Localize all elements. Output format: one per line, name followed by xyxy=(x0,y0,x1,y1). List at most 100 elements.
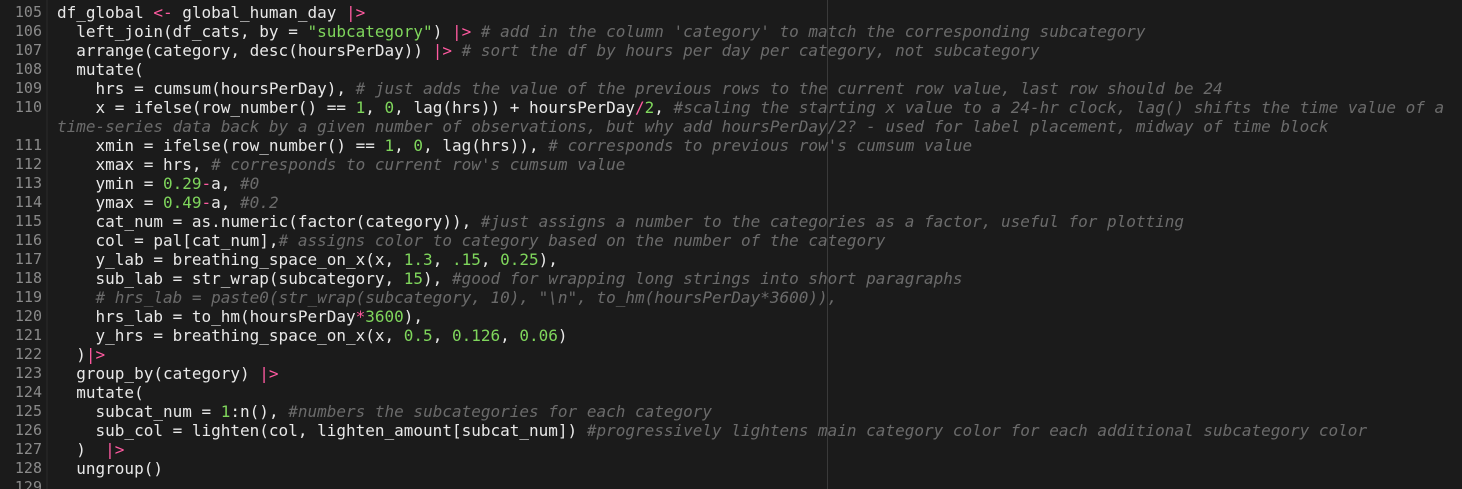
code-line[interactable]: 126 sub_col = lighten(col, lighten_amoun… xyxy=(0,421,1462,440)
code-line[interactable]: 111 xmin = ifelse(row_number() == 1, 0, … xyxy=(0,136,1462,155)
code-token: col = pal[cat_num], xyxy=(57,231,279,250)
code-text[interactable]: ymax = 0.49-a, #0.2 xyxy=(57,193,279,212)
code-token: |> xyxy=(85,345,106,364)
line-number: 106 xyxy=(14,22,42,40)
code-text[interactable]: y_hrs = breathing_space_on_x(x, 0.5, 0.1… xyxy=(57,326,568,345)
line-number: 113 xyxy=(14,174,42,192)
code-token: sub_col = lighten(col, lighten_amount[su… xyxy=(57,421,587,440)
line-number: 120 xyxy=(14,307,42,325)
code-line[interactable]: 109 hrs = cumsum(hoursPerDay), # just ad… xyxy=(0,79,1462,98)
code-token: #scaling the starting x value to a 24-hr… xyxy=(673,98,1445,117)
code-token: |> xyxy=(451,22,472,41)
code-line[interactable]: 107 arrange(category, desc(hoursPerDay))… xyxy=(0,41,1462,60)
code-token: |> xyxy=(432,41,452,60)
code-text[interactable]: group_by(category) |> xyxy=(57,364,278,383)
wrapped-code-text[interactable]: time-series data back by a given number … xyxy=(57,117,1329,136)
code-text[interactable]: subcat_num = 1:n(), #numbers the subcate… xyxy=(57,402,713,421)
code-editor[interactable]: 105 df_global <- global_human_day |> 106 l… xyxy=(0,0,1462,489)
code-text[interactable]: ymin = 0.29-a, #0 xyxy=(57,174,260,193)
code-token: # corresponds to current row's cumsum va… xyxy=(211,155,626,174)
code-token: 0 xyxy=(384,98,395,117)
code-token: , xyxy=(432,250,452,269)
code-text[interactable]: hrs = cumsum(hoursPerDay), # just adds t… xyxy=(57,79,1223,98)
code-line[interactable]: 117 y_lab = breathing_space_on_x(x, 1.3,… xyxy=(0,250,1462,269)
code-line[interactable]: 127 ) |> xyxy=(0,440,1462,459)
code-line[interactable]: 108 mutate( xyxy=(0,60,1462,79)
code-line[interactable]: 122 )|> xyxy=(0,345,1462,364)
code-token: - xyxy=(201,193,212,212)
code-text[interactable]: cat_num = as.numeric(factor(category)), … xyxy=(57,212,1185,231)
code-text[interactable]: sub_lab = str_wrap(subcategory, 15), #go… xyxy=(57,269,963,288)
line-number: 112 xyxy=(14,155,42,173)
line-number: 115 xyxy=(14,212,42,230)
code-line[interactable]: 105 df_global <- global_human_day |> xyxy=(0,3,1462,22)
line-number: 117 xyxy=(14,250,42,268)
code-line[interactable]: 106 left_join(df_cats, by = "subcategory… xyxy=(0,22,1462,41)
code-token: hrs_lab = to_hm(hoursPerDay xyxy=(57,307,356,326)
code-token: ) xyxy=(57,345,86,364)
code-text[interactable]: ungroup() xyxy=(57,459,163,478)
code-token: # just adds the value of the previous ro… xyxy=(355,79,1223,98)
code-line[interactable]: 129 xyxy=(0,478,1462,489)
code-text[interactable]: xmin = ifelse(row_number() == 1, 0, lag(… xyxy=(57,136,973,155)
code-line[interactable]: 123 group_by(category) |> xyxy=(0,364,1462,383)
code-lines[interactable]: 105 df_global <- global_human_day |> 106 l… xyxy=(0,3,1462,489)
code-token: 0.06 xyxy=(519,326,558,345)
code-text[interactable]: ) |> xyxy=(57,440,124,459)
code-text[interactable]: hrs_lab = to_hm(hoursPerDay*3600), xyxy=(57,307,424,326)
code-line[interactable]: 125 subcat_num = 1:n(), #numbers the sub… xyxy=(0,402,1462,421)
code-token: 0.126 xyxy=(451,326,501,345)
code-line[interactable]: 119 # hrs_lab = paste0(str_wrap(subcateg… xyxy=(0,288,1462,307)
line-number: 127 xyxy=(14,440,42,458)
code-token: cat_num = as.numeric(factor(category)), xyxy=(57,212,481,231)
code-token: 0.29 xyxy=(162,174,202,193)
code-token: ) xyxy=(557,326,568,345)
code-text[interactable]: df_global <- global_human_day |> xyxy=(57,3,365,22)
code-token: time-series data back by a given number … xyxy=(57,117,1329,136)
code-token: # sort the df by hours per day per categ… xyxy=(451,41,1040,60)
code-text[interactable]: )|> xyxy=(57,345,105,364)
line-number: 125 xyxy=(14,402,42,420)
code-token: 2 xyxy=(644,98,655,117)
code-token: 0.49 xyxy=(162,193,202,212)
code-token: :n(), xyxy=(230,402,289,421)
code-text[interactable]: sub_col = lighten(col, lighten_amount[su… xyxy=(57,421,1368,440)
code-text[interactable]: mutate( xyxy=(57,383,143,402)
code-line[interactable]: 116 col = pal[cat_num],# assigns color t… xyxy=(0,231,1462,250)
code-line[interactable]: 121 y_hrs = breathing_space_on_x(x, 0.5,… xyxy=(0,326,1462,345)
code-token: # corresponds to previous row's cumsum v… xyxy=(548,136,973,155)
code-token: , xyxy=(432,326,452,345)
line-number: 114 xyxy=(14,193,42,211)
code-text[interactable]: col = pal[cat_num],# assigns color to ca… xyxy=(57,231,886,250)
code-token: ungroup() xyxy=(57,459,163,478)
code-text[interactable]: mutate( xyxy=(57,60,143,79)
code-text[interactable]: y_lab = breathing_space_on_x(x, 1.3, .15… xyxy=(57,250,558,269)
code-token: xmin = ifelse(row_number() == xyxy=(57,136,385,155)
code-token: # hrs_lab = paste0(str_wrap(subcategory,… xyxy=(57,288,838,307)
code-line[interactable]: 118 sub_lab = str_wrap(subcategory, 15),… xyxy=(0,269,1462,288)
line-number: 119 xyxy=(14,288,42,306)
code-line[interactable]: 128 ungroup() xyxy=(0,459,1462,478)
code-token: 3600 xyxy=(365,307,404,326)
code-line[interactable]: 124 mutate( xyxy=(0,383,1462,402)
code-text[interactable]: left_join(df_cats, by = "subcategory") |… xyxy=(57,22,1145,41)
code-line[interactable]: 112 xmax = hrs, # corresponds to current… xyxy=(0,155,1462,174)
code-line[interactable]: 113 ymin = 0.29-a, #0 xyxy=(0,174,1462,193)
code-text[interactable]: x = ifelse(row_number() == 1, 0, lag(hrs… xyxy=(57,98,1445,117)
code-token: 0.25 xyxy=(500,250,539,269)
code-token: 1 xyxy=(355,98,366,117)
line-number: 122 xyxy=(14,345,42,363)
code-line[interactable]: 114 ymax = 0.49-a, #0.2 xyxy=(0,193,1462,212)
line-number: 109 xyxy=(14,79,42,97)
code-token: ), xyxy=(538,250,558,269)
code-line[interactable]: 110 x = ifelse(row_number() == 1, 0, lag… xyxy=(0,98,1462,136)
code-text[interactable]: arrange(category, desc(hoursPerDay)) |> … xyxy=(57,41,1040,60)
code-token: # assigns color to category based on the… xyxy=(278,231,886,250)
code-token: #0 xyxy=(240,174,260,193)
code-token: sub_lab = str_wrap(subcategory, xyxy=(57,269,404,288)
code-text[interactable]: # hrs_lab = paste0(str_wrap(subcategory,… xyxy=(57,288,838,307)
code-text[interactable]: xmax = hrs, # corresponds to current row… xyxy=(57,155,626,174)
code-token: y_lab = breathing_space_on_x(x, xyxy=(57,250,404,269)
code-line[interactable]: 115 cat_num = as.numeric(factor(category… xyxy=(0,212,1462,231)
code-line[interactable]: 120 hrs_lab = to_hm(hoursPerDay*3600), xyxy=(0,307,1462,326)
